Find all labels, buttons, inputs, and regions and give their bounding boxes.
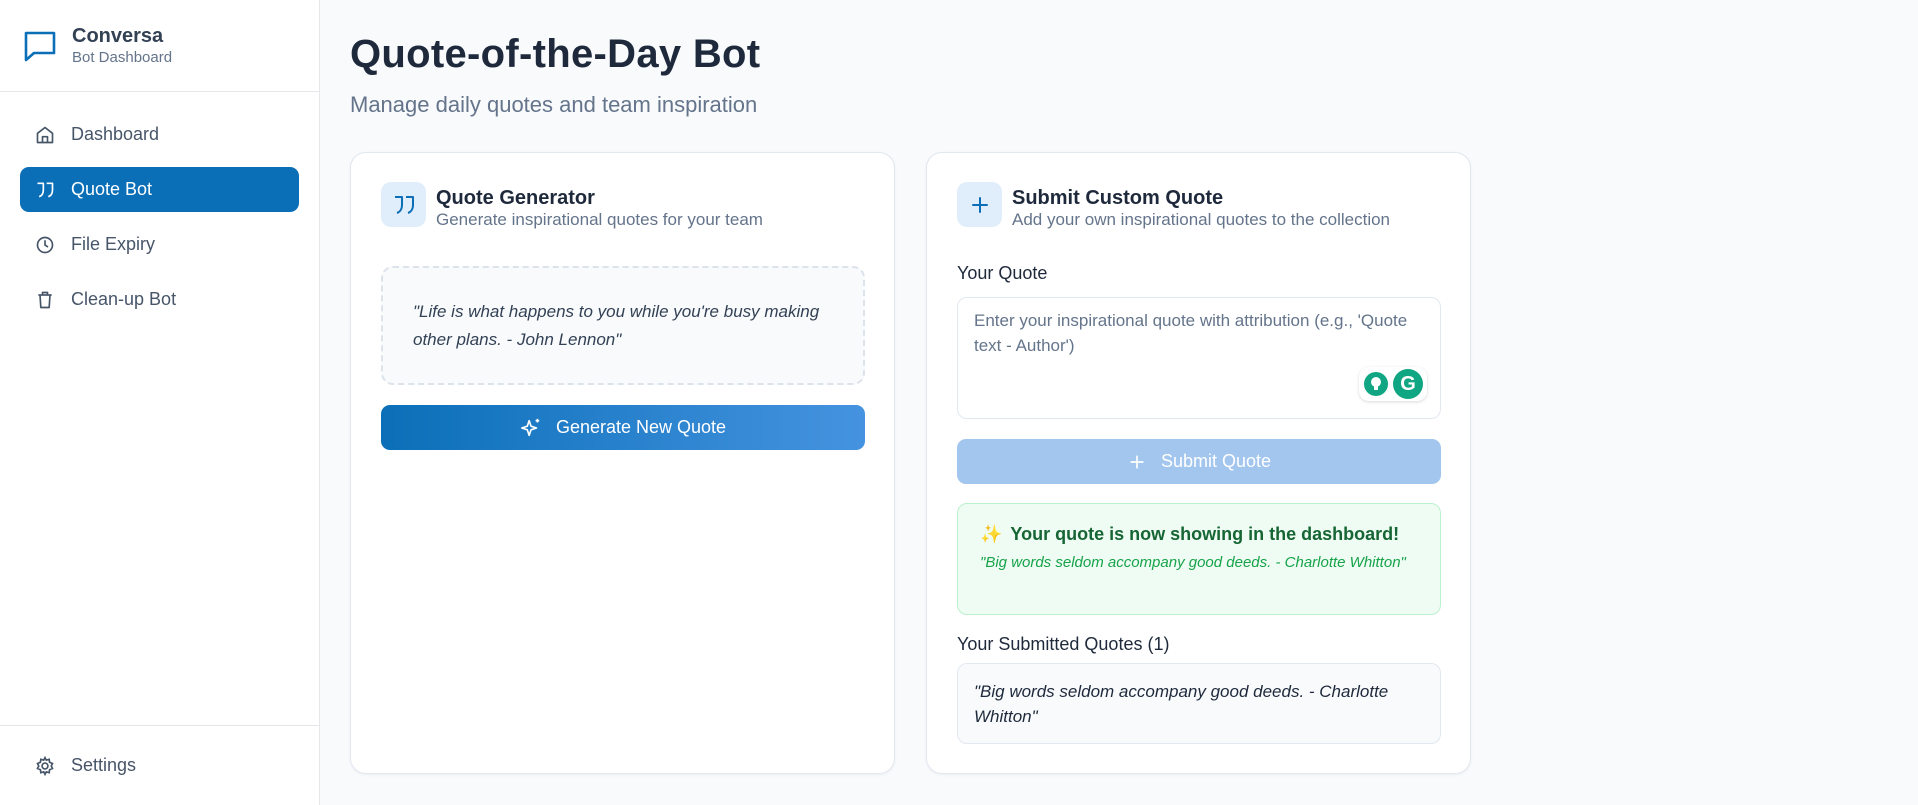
submit-quote-card: Submit Custom Quote Add your own inspira… bbox=[926, 152, 1471, 774]
gear-icon bbox=[36, 755, 54, 776]
clock-icon bbox=[36, 236, 54, 253]
submitted-quote-item: "Big words seldom accompany good deeds. … bbox=[957, 663, 1441, 744]
submitted-quotes-label: Your Submitted Quotes (1) bbox=[957, 634, 1170, 654]
card-title: Quote Generator bbox=[436, 187, 595, 209]
page-title: Quote-of-the-Day Bot bbox=[350, 32, 761, 76]
submit-quote-button[interactable]: Submit Quote bbox=[957, 439, 1441, 484]
sidebar-item-settings[interactable]: Settings bbox=[0, 725, 319, 805]
quote-icon bbox=[37, 182, 54, 197]
sidebar-item-clean-up-bot[interactable]: Clean-up Bot bbox=[20, 277, 299, 322]
quote-generator-card: Quote Generator Generate inspirational q… bbox=[350, 152, 895, 774]
sidebar-item-label: Dashboard bbox=[71, 124, 160, 144]
sidebar-nav: Dashboard Quote Bot File Expiry Clean-up… bbox=[0, 92, 319, 725]
card-header: Submit Custom Quote Add your own inspira… bbox=[957, 182, 1390, 230]
chat-bubble-icon bbox=[24, 31, 56, 61]
plus-icon-badge bbox=[957, 182, 1002, 227]
card-header: Quote Generator Generate inspirational q… bbox=[381, 182, 763, 230]
generate-quote-button[interactable]: Generate New Quote bbox=[381, 405, 865, 450]
card-subtitle: Add your own inspirational quotes to the… bbox=[1012, 210, 1391, 229]
success-title-text: Your quote is now showing in the dashboa… bbox=[1010, 524, 1400, 544]
sidebar-item-label: Quote Bot bbox=[71, 179, 153, 199]
sparkle-emoji-icon: ✨ bbox=[980, 524, 1003, 544]
submit-quote-label: Submit Quote bbox=[1160, 451, 1272, 471]
sidebar-item-quote-bot[interactable]: Quote Bot bbox=[20, 167, 299, 212]
success-quote: "Big words seldom accompany good deeds. … bbox=[980, 554, 1406, 571]
sidebar-item-file-expiry[interactable]: File Expiry bbox=[20, 222, 299, 267]
grammarly-g-icon[interactable]: G bbox=[1393, 369, 1423, 399]
current-quote: "Life is what happens to you while you'r… bbox=[381, 266, 865, 385]
trash-icon bbox=[38, 291, 52, 308]
page-subtitle: Manage daily quotes and team inspiration bbox=[350, 92, 758, 117]
plus-icon bbox=[971, 196, 988, 213]
home-icon bbox=[36, 126, 54, 143]
brand-subtitle: Bot Dashboard bbox=[72, 48, 173, 66]
success-title: ✨ Your quote is now showing in the dashb… bbox=[980, 524, 1418, 545]
sidebar: Conversa Bot Dashboard Dashboard Quote B… bbox=[0, 0, 320, 805]
grammar-assistant[interactable]: G bbox=[1359, 367, 1427, 401]
card-title: Submit Custom Quote bbox=[1012, 187, 1224, 209]
plus-icon bbox=[1130, 454, 1144, 469]
settings-label: Settings bbox=[71, 755, 137, 775]
sidebar-item-label: File Expiry bbox=[71, 234, 156, 254]
card-subtitle: Generate inspirational quotes for your t… bbox=[436, 210, 763, 229]
quote-icon bbox=[394, 195, 414, 214]
lightbulb-icon[interactable] bbox=[1363, 371, 1389, 397]
brand: Conversa Bot Dashboard bbox=[0, 0, 319, 92]
sidebar-item-label: Clean-up Bot bbox=[71, 289, 177, 309]
brand-name: Conversa bbox=[72, 24, 164, 47]
generate-quote-label: Generate New Quote bbox=[555, 417, 727, 437]
success-message: ✨ Your quote is now showing in the dashb… bbox=[957, 503, 1441, 615]
your-quote-label: Your Quote bbox=[957, 263, 1048, 283]
sidebar-item-dashboard[interactable]: Dashboard bbox=[20, 112, 299, 157]
sparkles-icon bbox=[520, 418, 540, 436]
quote-icon-badge bbox=[381, 182, 426, 227]
